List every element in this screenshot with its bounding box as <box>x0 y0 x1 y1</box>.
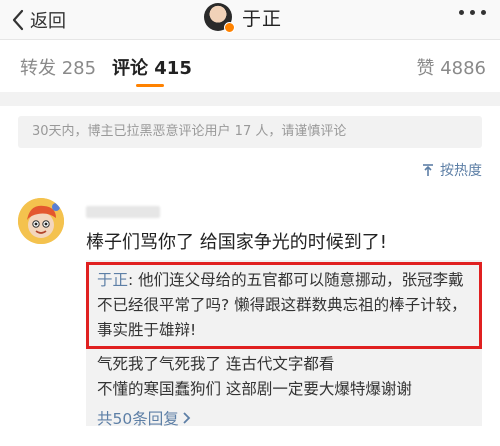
sort-icon <box>423 164 433 176</box>
back-label: 返回 <box>30 11 66 32</box>
reply-author[interactable]: 于正 <box>97 271 128 289</box>
reply-text-line: 不懂的寒国蠢狗们 这部剧一定要大爆特爆谢谢 <box>97 380 412 398</box>
sort-by-popularity-button[interactable]: 按热度 <box>420 160 482 180</box>
avatar[interactable] <box>204 3 235 33</box>
more-options-icon[interactable] <box>459 10 486 15</box>
tab-forward-count: 285 <box>61 58 97 79</box>
sort-label: 按热度 <box>440 163 482 179</box>
section-divider <box>0 92 500 106</box>
nav-profile[interactable]: 于正 <box>204 3 283 33</box>
commenter-name-blurred[interactable] <box>86 206 160 218</box>
tab-comment[interactable]: 评论 415 <box>112 54 192 80</box>
tab-forward-label: 转发 <box>20 58 56 79</box>
back-button[interactable]: 返回 <box>12 7 66 33</box>
top-nav-bar: 返回 于正 <box>0 0 500 40</box>
reply-item[interactable]: 气死我了气死我了 连古代文字都看 不懂的寒国蠢狗们 这部剧一定要大爆特爆谢谢 <box>97 352 475 402</box>
blocked-users-notice: 30天内，博主已拉黑恶意评论用户 17 人，请谨慎评论 <box>18 116 482 148</box>
tab-bar: 转发 285 评论 415 赞 4886 <box>0 40 500 92</box>
verified-badge-icon <box>224 22 235 33</box>
view-all-replies-link[interactable]: 共50条回复 <box>97 407 191 429</box>
reply-text: : 他们连父母给的五官都可以随意挪动，张冠李戴不已经很平常了吗? 懒得跟这群数典… <box>97 271 467 339</box>
page-title: 于正 <box>242 7 283 30</box>
tab-like-label: 赞 <box>416 58 435 79</box>
active-tab-indicator <box>136 84 164 87</box>
reply-text-line: 气死我了气死我了 连古代文字都看 <box>97 355 335 373</box>
reply-item[interactable]: 于正: 他们连父母给的五官都可以随意挪动，张冠李戴不已经很平常了吗? 懒得跟这群… <box>97 268 475 343</box>
chevron-left-icon <box>12 9 24 31</box>
reply-count-label: 共50条回复 <box>97 410 179 428</box>
commenter-avatar[interactable] <box>18 198 64 244</box>
tab-like[interactable]: 赞 4886 <box>416 54 486 80</box>
tab-comment-count: 415 <box>154 58 192 79</box>
tab-forward[interactable]: 转发 285 <box>20 54 96 80</box>
tab-comment-label: 评论 <box>112 58 148 79</box>
tab-like-count: 4886 <box>440 58 486 79</box>
comment-text: 棒子们骂你了 给国家争光的时候到了! <box>86 232 387 253</box>
chevron-right-icon <box>183 412 191 424</box>
